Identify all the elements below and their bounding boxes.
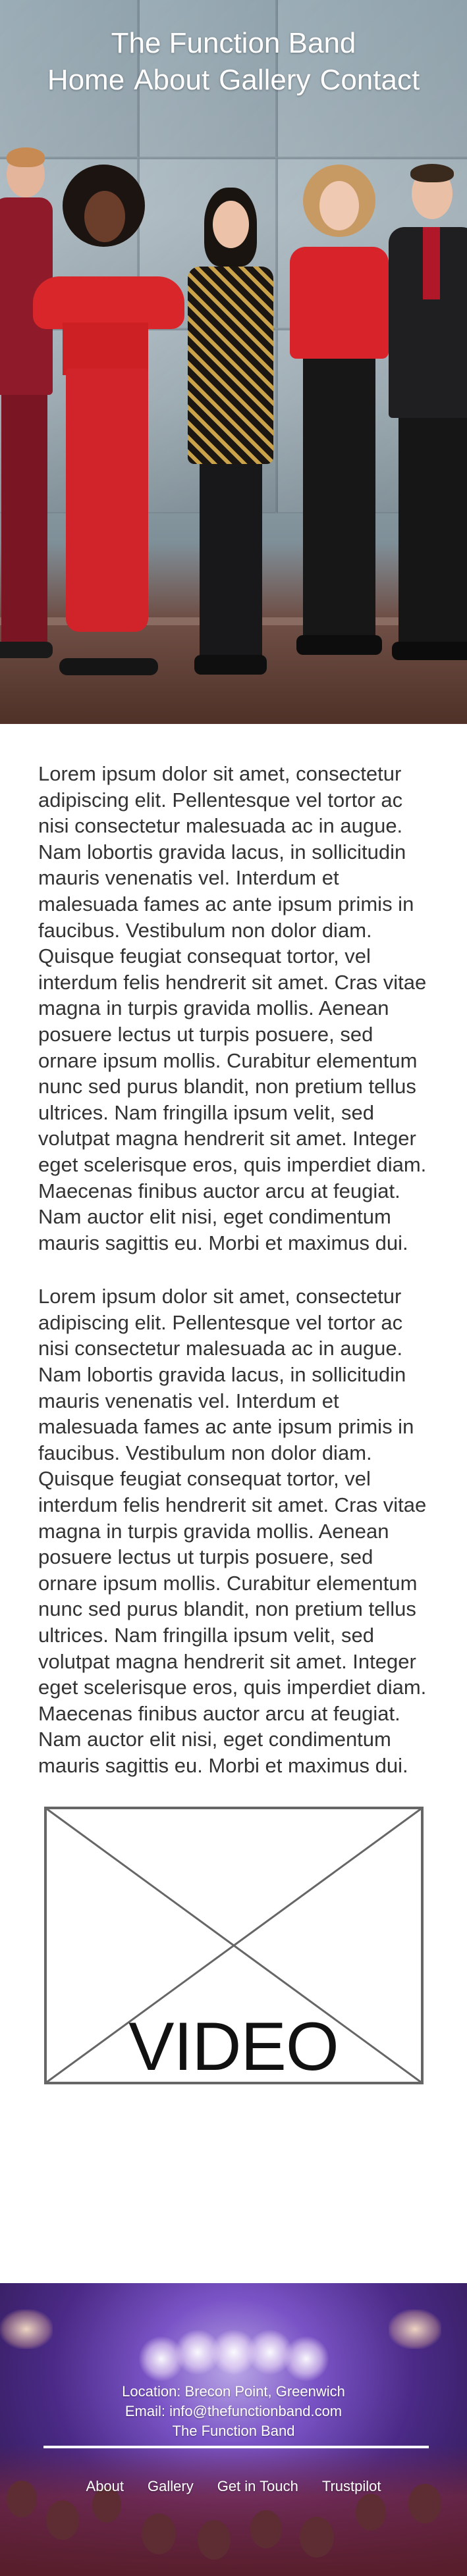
nav-contact[interactable]: Contact bbox=[320, 62, 420, 99]
site-header: The Function Band Home About Gallery Con… bbox=[0, 26, 467, 99]
footer-link-trustpilot[interactable]: Trustpilot bbox=[322, 2477, 381, 2496]
footer-email: Email: info@thefunctionband.com bbox=[124, 2403, 343, 2419]
site-footer: Location: Brecon Point, Greenwich Email:… bbox=[0, 2283, 467, 2576]
nav-gallery[interactable]: Gallery bbox=[219, 62, 310, 99]
video-placeholder[interactable]: VIDEO bbox=[43, 1806, 424, 2085]
footer-brand: The Function Band bbox=[172, 2423, 295, 2439]
video-label: VIDEO bbox=[128, 2008, 339, 2085]
main-content: Lorem ipsum dolor sit amet, consectetur … bbox=[0, 724, 467, 2084]
footer-divider bbox=[43, 2446, 429, 2448]
footer-contact-info: Location: Brecon Point, Greenwich Email:… bbox=[0, 2382, 467, 2441]
footer-link-get-in-touch[interactable]: Get in Touch bbox=[217, 2477, 298, 2496]
body-paragraph-1: Lorem ipsum dolor sit amet, consectetur … bbox=[38, 762, 427, 1254]
footer-link-gallery[interactable]: Gallery bbox=[148, 2477, 194, 2496]
main-nav: Home About Gallery Contact bbox=[0, 62, 467, 99]
footer-nav: About Gallery Get in Touch Trustpilot bbox=[0, 2477, 467, 2496]
nav-home[interactable]: Home bbox=[47, 62, 124, 99]
nav-about[interactable]: About bbox=[134, 62, 209, 99]
band-member-3 bbox=[175, 188, 287, 688]
band-member-2 bbox=[33, 165, 191, 691]
footer-location: Location: Brecon Point, Greenwich bbox=[122, 2383, 345, 2400]
band-member-5 bbox=[389, 164, 467, 688]
body-paragraph-2: Lorem ipsum dolor sit amet, consectetur … bbox=[38, 1285, 427, 1777]
site-title: The Function Band bbox=[111, 27, 356, 59]
footer-link-about[interactable]: About bbox=[86, 2477, 124, 2496]
hero-section: The Function Band Home About Gallery Con… bbox=[0, 0, 467, 724]
band-member-4 bbox=[283, 165, 395, 684]
